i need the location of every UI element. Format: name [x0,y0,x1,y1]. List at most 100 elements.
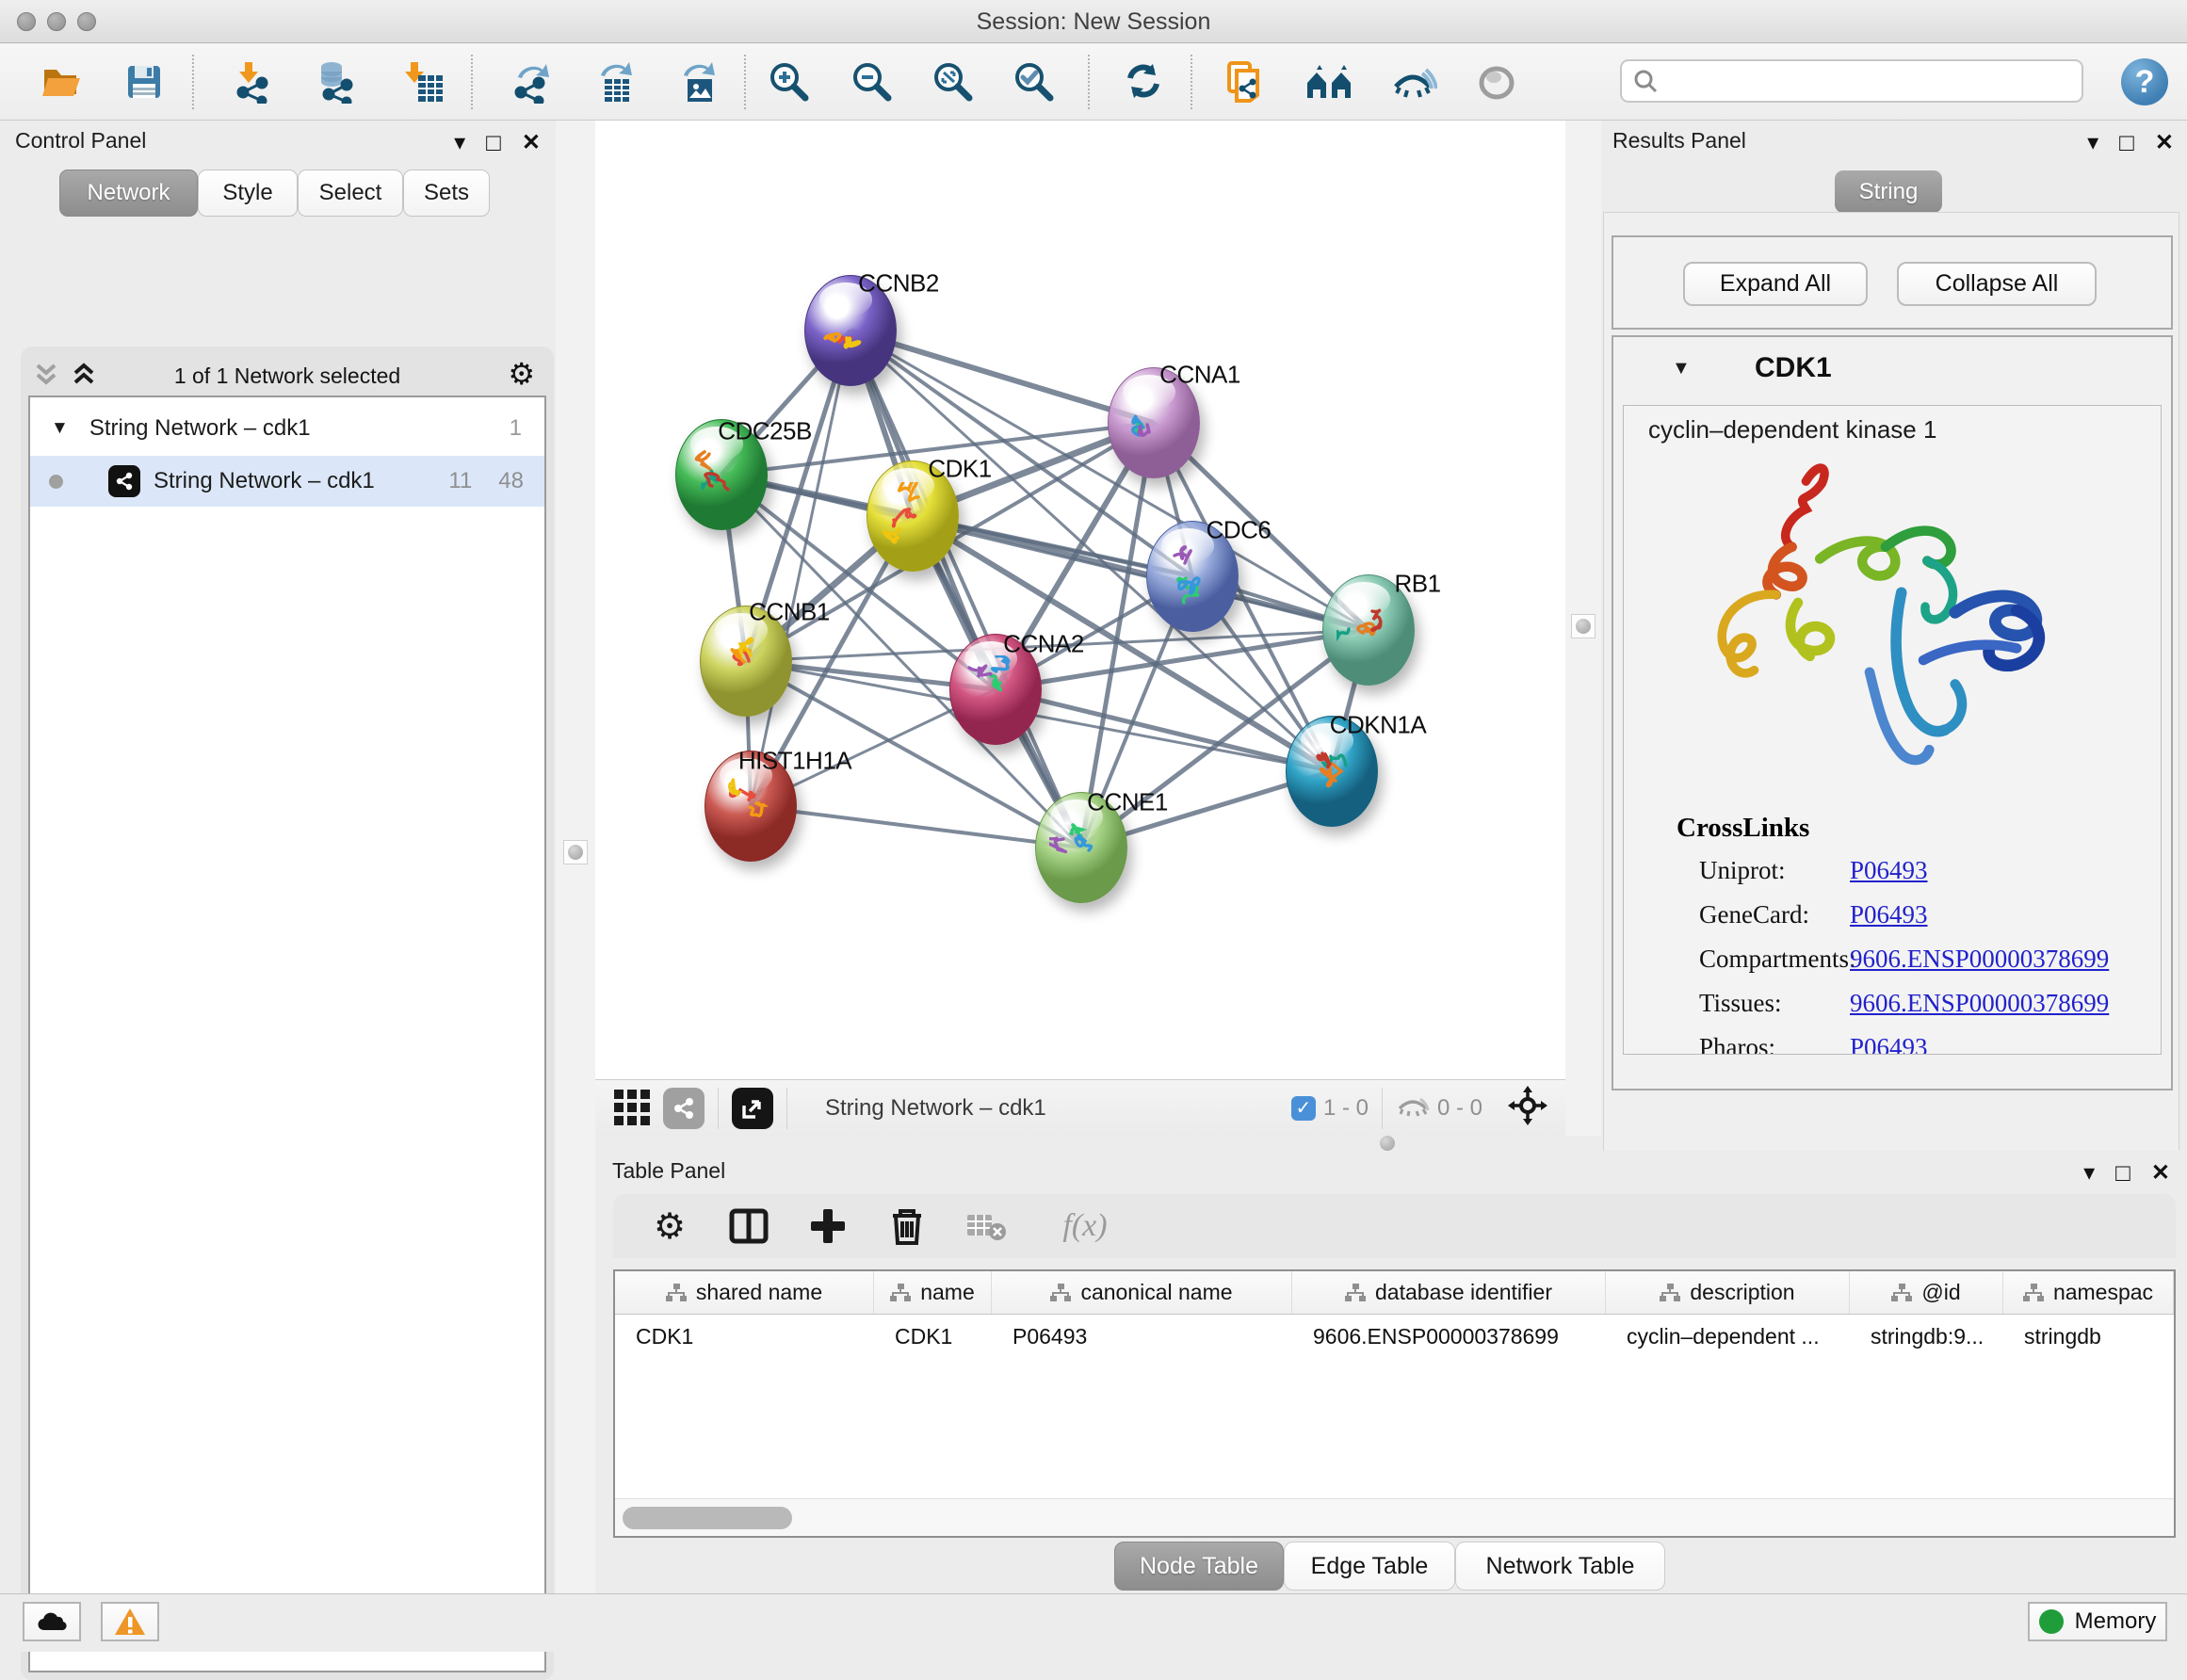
tab-sets[interactable]: Sets [403,170,490,217]
table-row[interactable]: CDK1CDK1P064939606.ENSP00000378699cyclin… [615,1316,2174,1358]
column-header-@id[interactable]: @id [1850,1271,2003,1314]
float-panel-icon[interactable]: ▾ [2083,1159,2095,1187]
node-table: shared namenamecanonical namedatabase id… [613,1269,2176,1538]
window-title: Session: New Session [0,8,2187,36]
zoom-out-icon[interactable] [848,58,895,105]
gene-header[interactable]: ▼ CDK1 [1613,350,2171,394]
table-options-gear-icon[interactable]: ⚙ [647,1203,692,1249]
import-network-database-icon[interactable] [311,58,358,105]
open-session-icon[interactable] [38,58,85,105]
memory-button[interactable]: Memory [2028,1602,2167,1641]
crosslink-link[interactable]: 9606.ENSP00000378699 [1850,945,2109,974]
export-network-icon[interactable] [509,58,556,105]
maximize-panel-icon[interactable]: □ [486,128,501,157]
crosslink-link[interactable]: 9606.ENSP00000378699 [1850,989,2109,1018]
cell-@id[interactable]: stringdb:9... [1850,1316,2003,1358]
show-all-icon[interactable] [1473,58,1520,105]
results-panel-title: Results Panel [1612,128,1746,153]
collapse-all-button[interactable]: Collapse All [1897,262,2097,306]
crosslink-label: Compartments: [1699,945,1855,974]
save-session-icon[interactable] [121,58,168,105]
zoom-in-icon[interactable] [765,58,812,105]
search-box[interactable] [1620,59,2083,103]
edge-CCNB2-CCNE1[interactable] [850,331,1081,848]
cell-name[interactable]: CDK1 [874,1316,992,1358]
cloud-status-button[interactable] [23,1602,81,1641]
tab-style[interactable]: Style [198,170,298,217]
tab-edge-table[interactable]: Edge Table [1284,1542,1455,1591]
left-splitter-handle[interactable] [563,840,588,864]
create-column-icon[interactable] [805,1203,850,1249]
node-label-CCNB2: CCNB2 [858,269,939,299]
protein-structure-image [1680,444,2095,801]
left-splitter[interactable] [556,121,595,1593]
help-icon[interactable]: ? [2121,58,2168,105]
hide-selected-icon[interactable] [1390,58,1437,105]
float-panel-icon[interactable]: ▾ [2087,129,2098,156]
warning-status-button[interactable] [101,1602,159,1641]
crosslink-label: Pharos: [1699,1033,1775,1055]
edge-HIST1H1A-CCNE1[interactable] [751,806,1081,848]
close-panel-icon[interactable]: ✕ [2155,129,2174,156]
column-header-name[interactable]: name [874,1271,992,1314]
birdseye-view-icon[interactable] [732,1088,773,1129]
copy-network-icon[interactable] [1223,58,1270,105]
float-panel-icon[interactable]: ▾ [454,129,465,156]
refresh-icon[interactable] [1120,58,1167,105]
delete-column-icon[interactable] [884,1203,930,1249]
crosslink-link[interactable]: P06493 [1850,856,1928,885]
network-collection-row[interactable]: ▼ String Network – cdk1 1 [30,403,544,454]
grid-view-icon[interactable] [612,1086,652,1130]
tab-string[interactable]: String [1835,170,1942,213]
network-canvas[interactable]: CCNB2CCNA1CDC25BCDK1CDC6RB1CCNB1CCNA2CDK… [595,121,1565,1079]
gene-description: cyclin–dependent kinase 1 [1648,415,1936,444]
tab-network-table[interactable]: Network Table [1455,1542,1665,1591]
cell-description[interactable]: cyclin–dependent ... [1606,1316,1850,1358]
column-header-database-identifier[interactable]: database identifier [1292,1271,1606,1314]
column-header-shared-name[interactable]: shared name [615,1271,874,1314]
selected-nodes-checkbox-icon[interactable]: ✓ [1291,1096,1316,1121]
close-panel-icon[interactable]: ✕ [522,129,541,156]
column-header-namespac[interactable]: namespac [2003,1271,2174,1314]
crosslinks-heading: CrossLinks [1677,813,1809,844]
zoom-selected-icon[interactable] [1010,58,1057,105]
column-header-canonical-name[interactable]: canonical name [992,1271,1292,1314]
network-options-gear-icon[interactable]: ⚙ [508,356,535,392]
tab-network[interactable]: Network [59,170,198,217]
maximize-panel-icon[interactable]: □ [2119,128,2134,157]
edge-CCNB2-HIST1H1A[interactable] [751,331,850,806]
zoom-fit-icon[interactable] [929,58,976,105]
cell-namespac[interactable]: stringdb [2003,1316,2174,1358]
maximize-panel-icon[interactable]: □ [2115,1158,2130,1187]
toolbar-separator [744,55,746,109]
export-table-icon[interactable] [591,58,639,105]
search-input[interactable] [1667,69,2082,94]
crosslink-link[interactable]: P06493 [1850,1033,1928,1055]
close-panel-icon[interactable]: ✕ [2151,1159,2170,1187]
tab-node-table[interactable]: Node Table [1114,1542,1284,1591]
gene-collapse-icon[interactable]: ▼ [1672,358,1691,380]
export-image-icon[interactable] [674,58,721,105]
network-row-selected[interactable]: String Network – cdk1 11 48 [30,456,544,507]
right-splitter[interactable] [1565,121,1601,1136]
table-horizontal-scrollbar[interactable] [615,1498,2174,1536]
import-network-file-icon[interactable] [226,58,273,105]
cell-canonical-name[interactable]: P06493 [992,1316,1292,1358]
cell-shared-name[interactable]: CDK1 [615,1316,874,1358]
column-header-description[interactable]: description [1606,1271,1850,1314]
edge-CDK1-RB1[interactable] [913,516,1369,630]
scrollbar-thumb[interactable] [623,1507,792,1529]
import-table-file-icon[interactable] [399,58,446,105]
cell-database-identifier[interactable]: 9606.ENSP00000378699 [1292,1316,1606,1358]
cloud-icon [35,1609,69,1634]
tree-expand-icon[interactable]: ▼ [51,418,69,439]
show-columns-icon[interactable] [726,1203,771,1249]
tab-select[interactable]: Select [298,170,403,217]
network-share-view-icon[interactable] [663,1088,705,1129]
right-splitter-handle[interactable] [1571,614,1596,638]
warning-icon [114,1607,146,1636]
expand-all-button[interactable]: Expand All [1683,262,1868,306]
fit-content-crosshair-icon[interactable] [1507,1085,1548,1131]
crosslink-link[interactable]: P06493 [1850,900,1928,929]
first-neighbors-icon[interactable] [1305,58,1353,105]
